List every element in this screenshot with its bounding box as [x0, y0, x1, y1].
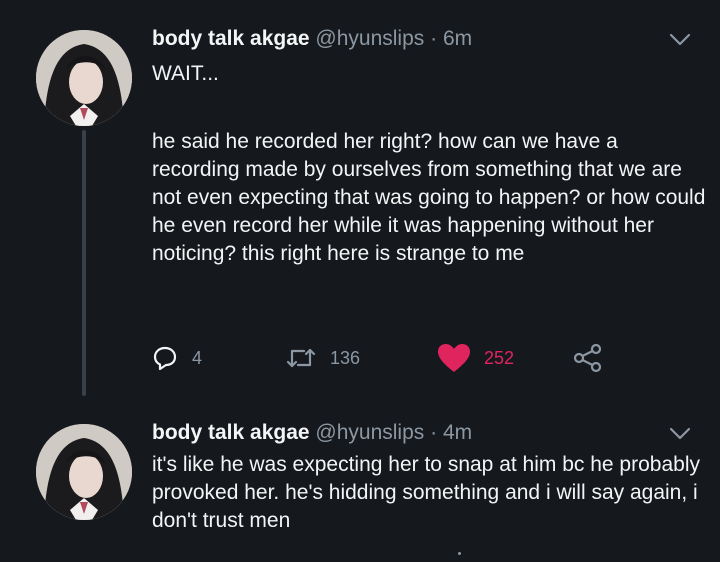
user-handle[interactable]: @hyunslips — [315, 421, 424, 444]
tweet[interactable]: body talk akgae @hyunslips · 6m WAIT... … — [0, 0, 720, 396]
chevron-down-icon[interactable] — [668, 32, 692, 48]
timestamp[interactable]: 4m — [443, 421, 472, 444]
avatar[interactable] — [36, 424, 132, 520]
tweet-header: body talk akgae @hyunslips · 6m — [152, 26, 472, 52]
heart-icon — [438, 344, 470, 372]
share-icon — [573, 343, 602, 373]
thread-line — [82, 130, 86, 396]
tweet-text-line: it's like he was expecting her to snap a… — [152, 453, 700, 532]
chevron-down-icon[interactable] — [668, 426, 692, 442]
user-handle[interactable]: @hyunslips — [315, 27, 424, 50]
tweet-actions: 4 136 252 — [152, 340, 652, 376]
timestamp[interactable]: 6m — [443, 27, 472, 50]
separator-dot: · — [430, 27, 438, 50]
separator-dot: · — [430, 421, 438, 444]
tweet-text-line: he said he recorded her right? how can w… — [152, 130, 706, 265]
retweet-count: 136 — [330, 347, 361, 368]
cropped-dot — [458, 552, 461, 555]
tweet-header: body talk akgae @hyunslips · 4m — [152, 420, 472, 446]
retweet-button[interactable]: 136 — [286, 340, 360, 376]
display-name[interactable]: body talk akgae — [152, 421, 310, 444]
avatar[interactable] — [36, 30, 132, 126]
avatar-photo — [36, 424, 132, 520]
share-button[interactable] — [572, 340, 604, 376]
tweet[interactable]: body talk akgae @hyunslips · 4m it's lik… — [0, 396, 720, 562]
like-count: 252 — [484, 347, 515, 368]
reply-button[interactable]: 4 — [152, 340, 202, 376]
retweet-icon — [286, 348, 316, 368]
tweet-text-line: WAIT... — [152, 62, 219, 85]
display-name[interactable]: body talk akgae — [152, 27, 310, 50]
avatar-photo — [36, 30, 132, 126]
reply-count: 4 — [192, 347, 203, 368]
reply-icon — [153, 346, 177, 371]
like-button[interactable]: 252 — [436, 340, 514, 376]
